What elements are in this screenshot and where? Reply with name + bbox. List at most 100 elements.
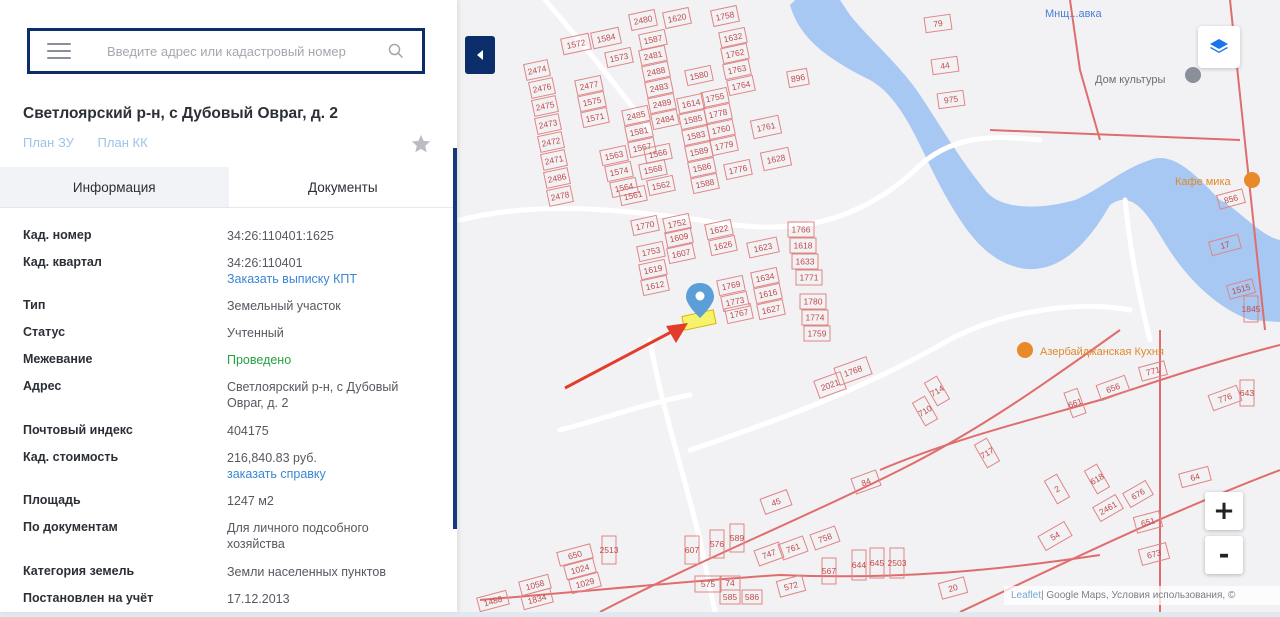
parcel[interactable]: 661 [1063,387,1087,419]
parcel[interactable]: 776 [1207,384,1243,412]
parcel[interactable]: 1776 [723,158,753,181]
parcel[interactable]: 747 [753,541,785,567]
parcel[interactable]: 45 [759,489,793,515]
parcel[interactable]: 645 [869,547,885,579]
parcel[interactable]: 896 [786,67,810,89]
parcel[interactable]: 2473 [534,113,562,135]
parcel[interactable]: 1618 [789,237,817,254]
parcel[interactable]: 2480 [628,8,658,32]
parcel[interactable]: 2513 [600,535,619,565]
parcel[interactable]: 761 [777,535,809,561]
parcel[interactable]: 618 [1083,463,1111,495]
parcel[interactable]: 2 [1043,473,1071,505]
parcel[interactable]: 2471 [540,149,568,171]
zoom-in-button[interactable]: + [1205,492,1243,530]
parcel[interactable]: 1759 [803,325,831,342]
parcel[interactable]: 2503 [888,547,907,579]
parcel[interactable]: 656 [1095,374,1131,402]
order-kpt-link[interactable]: Заказать выписку КПТ [227,271,427,287]
parcel[interactable]: 572 [775,574,807,598]
parcel[interactable]: 585 [719,589,741,605]
parcel[interactable]: 714 [923,375,951,407]
collapse-sidebar-button[interactable] [465,36,495,74]
parcel[interactable]: 2486 [543,167,571,189]
parcel[interactable]: 643 [1239,379,1255,407]
culture-poi-icon[interactable] [1185,67,1201,83]
map-canvas[interactable]: 1572 15842480 1620 175824742476247524732472… [457,0,1280,612]
plan-zu-link[interactable]: План ЗУ [23,135,74,150]
parcel-number: 1589 [689,145,710,159]
parcel[interactable]: 1628 [759,146,793,172]
parcel[interactable]: 2476 [528,77,556,99]
parcel-number: 1779 [714,139,735,153]
parcel[interactable]: 1587 [638,28,668,51]
parcel[interactable]: 1584 [590,26,622,50]
parcel[interactable]: 79 [923,13,953,34]
parcel[interactable]: 2478 [546,185,574,207]
place-label[interactable]: Дом культуры [1095,74,1165,86]
parcel[interactable]: 607 [684,535,700,565]
search-input[interactable] [105,42,382,60]
cafe-poi-icon[interactable] [1244,172,1260,188]
poi-label[interactable]: Азербайджанская Кухня [1040,346,1164,358]
parcel[interactable]: 1488 [476,589,510,612]
parcel[interactable]: 1758 [710,4,740,28]
parcel-number: 2478 [550,189,571,203]
parcel[interactable]: 1834 [520,587,554,611]
parcel[interactable]: 20 [937,576,969,600]
parcel[interactable]: 586 [741,589,763,605]
parcel[interactable]: 1771 [795,269,823,286]
parcel[interactable]: 1770 [630,214,660,237]
parcel-number: 84 [860,476,873,489]
parcel-number: 1623 [753,241,774,255]
menu-icon[interactable] [47,43,71,59]
parcel[interactable]: 1774 [801,309,829,326]
place-label[interactable]: Мнщ...авка [1045,8,1102,20]
restaurant-poi-icon[interactable] [1017,342,1033,358]
parcel[interactable]: 2461 [1092,493,1124,523]
map-view[interactable]: 1572 1584 2480 1620 1758 2474 2476 2475 2473 2472… [457,0,1280,612]
parcel[interactable]: 567 [821,557,837,585]
parcel[interactable]: 676 [1122,479,1154,509]
parcel[interactable]: 1633 [791,253,819,270]
parcel-number: 761 [785,541,802,555]
parcel-number: 1634 [755,271,776,285]
search-icon[interactable] [382,37,410,65]
parcel[interactable]: 1766 [787,221,815,238]
parcel[interactable]: 717 [973,437,1001,469]
parcel[interactable]: 771 [1138,360,1168,382]
poi-label[interactable]: Кафе мика [1175,176,1232,188]
parcel[interactable]: 1761 [749,114,783,140]
parcel[interactable]: 673 [1137,542,1171,566]
parcel[interactable]: 1620 [662,6,692,30]
favorite-star-icon[interactable] [410,133,432,155]
parcel-number: 1622 [709,223,730,237]
parcel[interactable]: 1623 [746,236,780,259]
parcel-number: 771 [1145,364,1162,377]
zoom-out-button[interactable]: - [1205,536,1243,574]
parcel-number: 2513 [600,545,619,555]
scrollbar[interactable] [453,148,457,529]
tab-info[interactable]: Информация [0,167,229,207]
parcel[interactable]: 1573 [604,46,634,69]
parcel[interactable]: 975 [936,89,966,110]
parcel-number: 567 [822,566,836,576]
leaflet-link[interactable]: Leaflet [1011,590,1041,601]
tab-bar: Информация Документы [0,167,457,208]
parcel[interactable]: 44 [930,55,960,76]
plan-kk-link[interactable]: План КК [98,135,148,150]
parcel[interactable]: 2472 [537,131,565,153]
parcel[interactable]: 1562 [646,174,676,197]
layers-button[interactable] [1198,26,1240,68]
parcel[interactable]: 758 [809,525,841,551]
property-value: 34:26:110401:1625 [227,229,334,243]
parcel[interactable]: 2475 [531,95,559,117]
parcel[interactable]: 64 [1178,465,1212,489]
parcel[interactable]: 1753 [636,240,666,263]
order-certificate-link[interactable]: заказать справку [227,466,427,482]
parcel[interactable]: 54 [1037,520,1073,552]
parcel[interactable]: 1780 [799,293,827,310]
parcel[interactable]: 1580 [684,64,714,87]
parcel[interactable]: 2474 [523,59,551,81]
tab-documents[interactable]: Документы [228,167,457,207]
